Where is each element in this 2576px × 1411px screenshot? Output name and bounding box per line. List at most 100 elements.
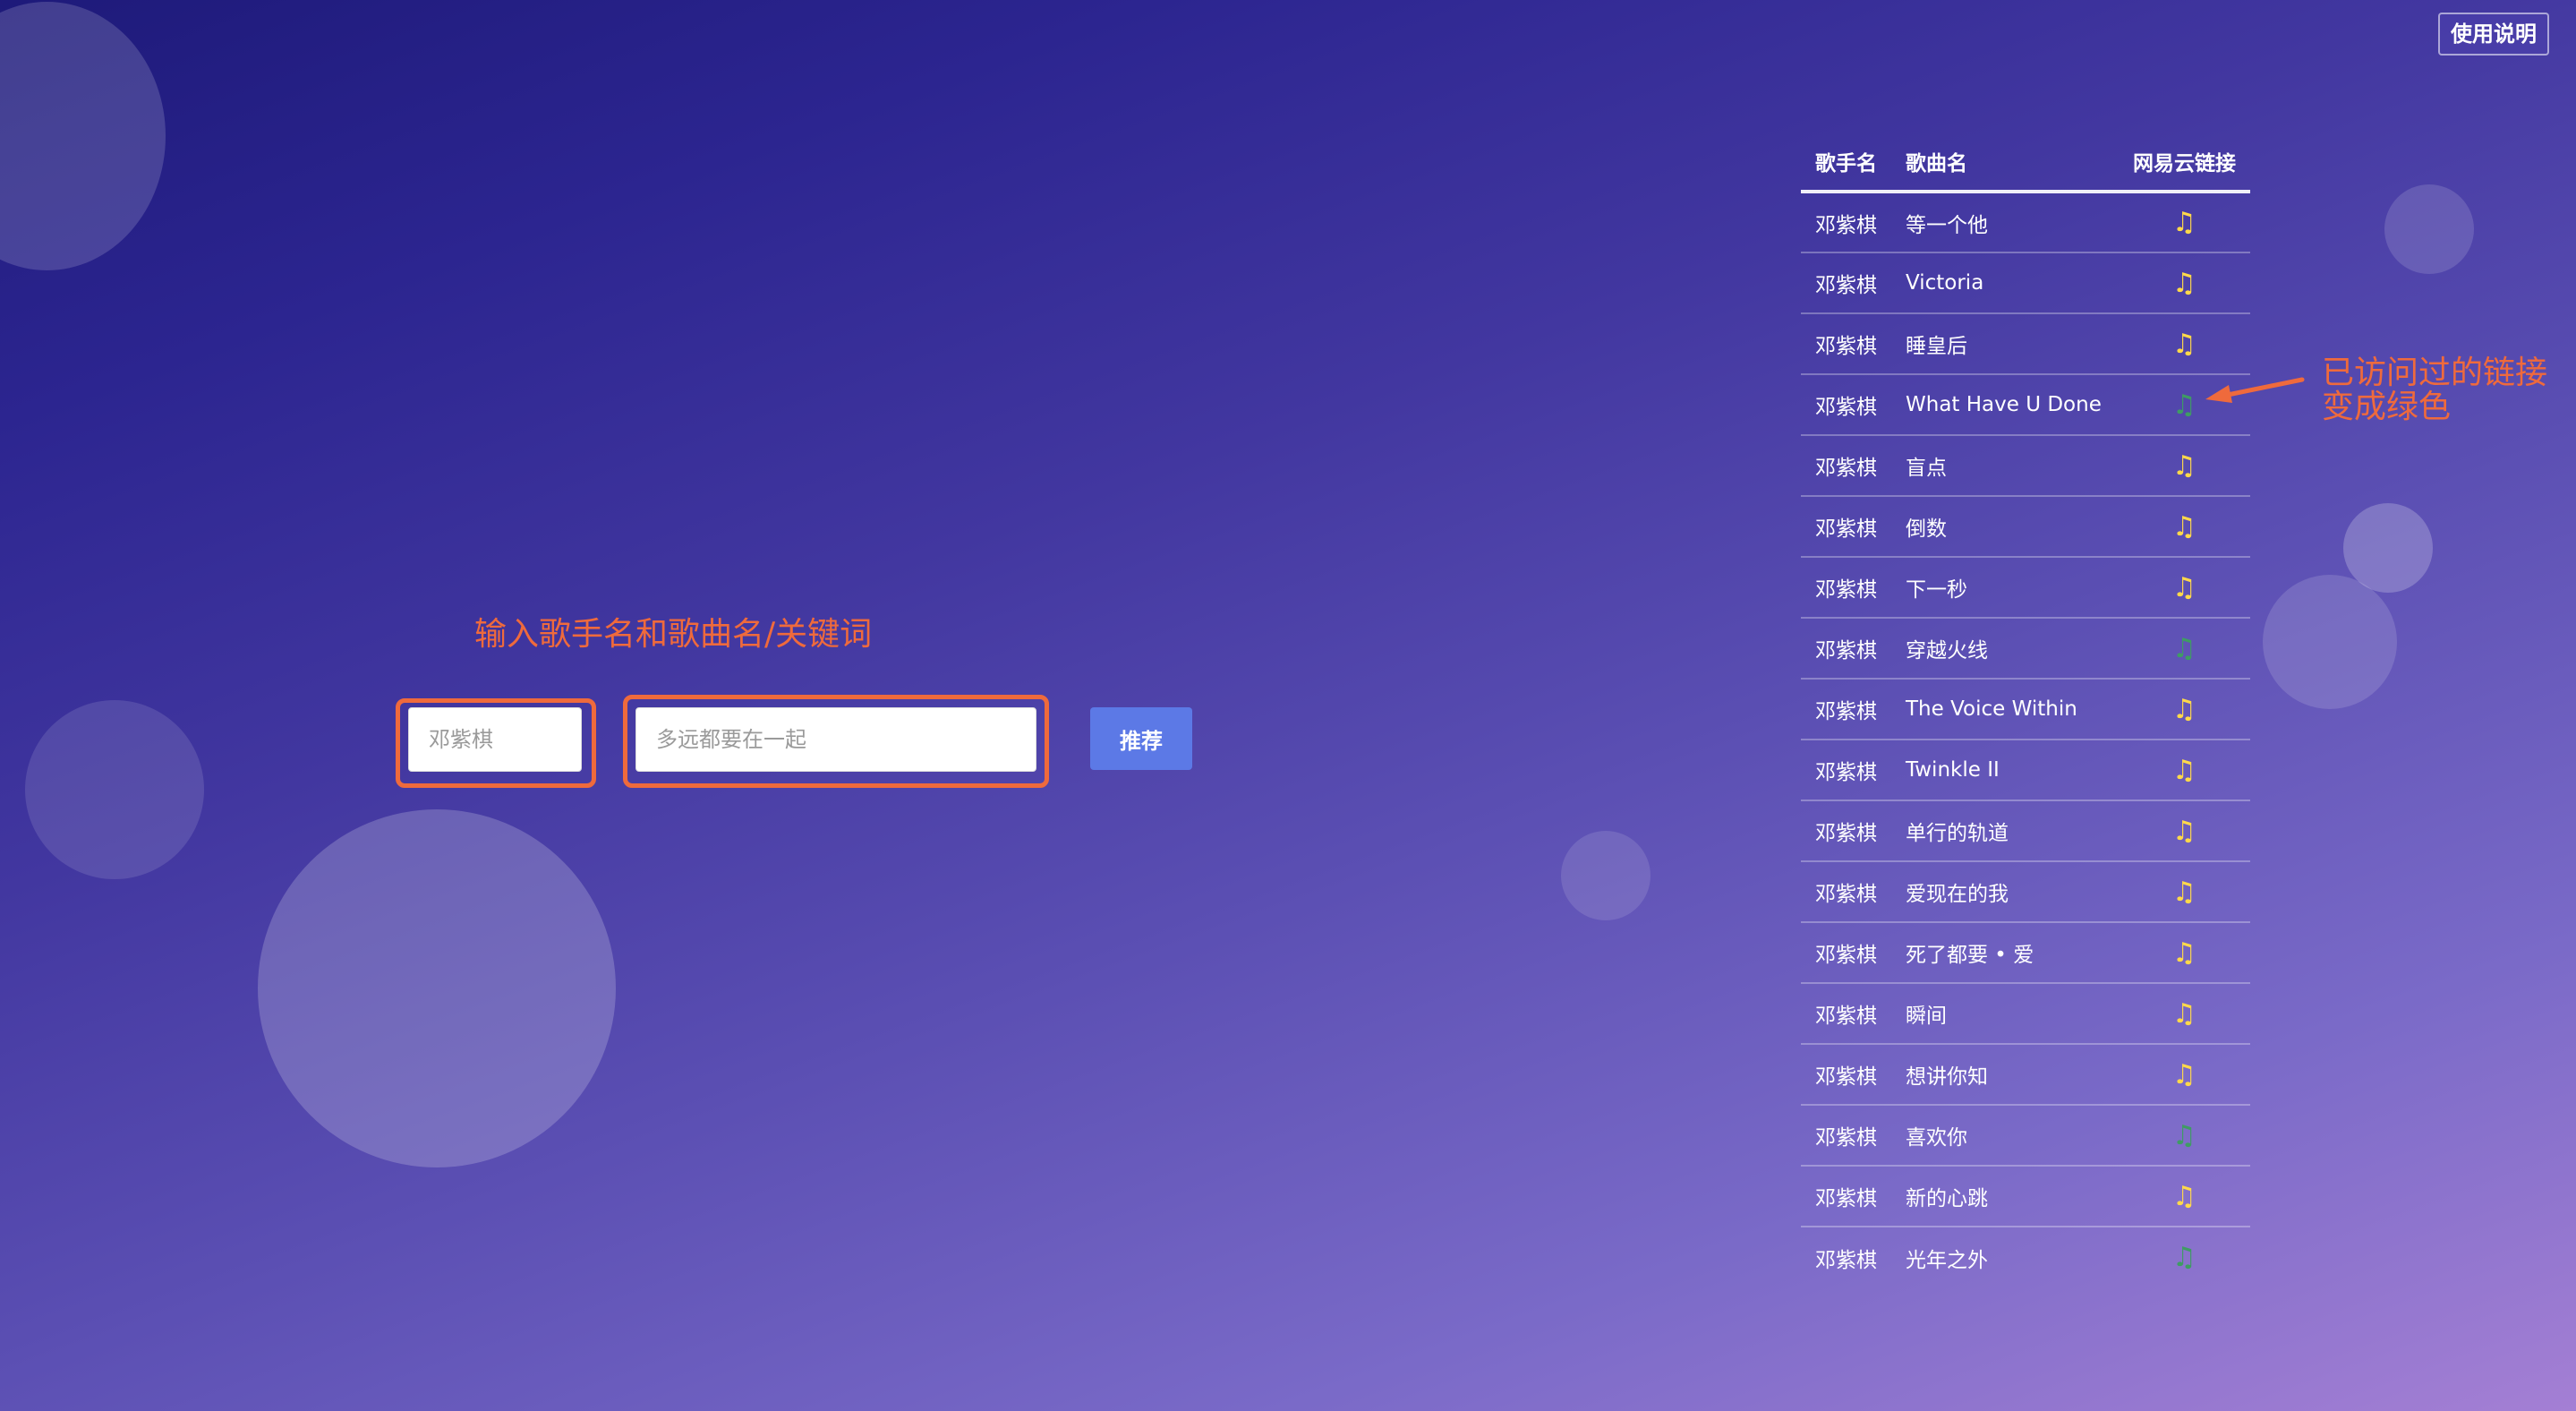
table-row: 邓紫棋 单行的轨道 ♫ [1801,800,2250,862]
singer-cell: 邓紫棋 [1815,1248,1877,1272]
music-note-icon[interactable]: ♫ [2167,755,2203,786]
singer-cell: 邓紫棋 [1801,922,1891,984]
link-cell: ♫ [2119,679,2250,740]
singer-cell: 邓紫棋 [1801,1044,1891,1106]
table-row: 邓紫棋 穿越火线 ♫ [1801,618,2250,680]
song-cell: 睡皇后 [1891,313,2119,375]
decorative-bubble [0,2,166,270]
singer-cell: 邓紫棋 [1801,252,1891,314]
link-cell: ♫ [2119,800,2250,862]
song-cell: 倒数 [1891,496,2119,558]
table-row: 邓紫棋 喜欢你 ♫ [1801,1105,2250,1167]
music-note-icon[interactable]: ♫ [2167,1059,2203,1090]
music-note-icon[interactable]: ♫ [2167,877,2203,908]
music-note-icon[interactable]: ♫ [2167,633,2203,664]
music-note-icon[interactable]: ♫ [2167,937,2203,969]
decorative-bubble [2384,184,2474,274]
music-note-icon[interactable]: ♫ [2167,1181,2203,1212]
link-cell: ♫ [2119,740,2250,801]
link-cell: ♫ [2119,496,2250,558]
link-cell: ♫ [2119,435,2250,497]
singer-cell: 邓紫棋 [1801,374,1891,436]
song-cell: 光年之外 [1906,1248,1988,1272]
singer-cell: 邓紫棋 [1801,740,1891,801]
music-note-icon[interactable]: ♫ [2167,268,2203,299]
link-cell: ♫ [2119,313,2250,375]
link-cell: ♫ [2119,983,2250,1045]
music-note-icon[interactable]: ♫ [2167,816,2203,847]
singer-cell: 邓紫棋 [1801,435,1891,497]
link-cell: ♫ [2119,1105,2250,1167]
song-cell: 盲点 [1891,435,2119,497]
table-row: 邓紫棋 The Voice Within ♫ [1801,679,2250,740]
music-note-icon[interactable]: ♫ [2167,1242,2203,1273]
song-cell: 想讲你知 [1891,1044,2119,1106]
recommendation-table: 歌手名 歌曲名 网易云链接 邓紫棋 等一个他 ♫ 邓紫棋 Victoria ♫ 邓紫棋 睡皇后… [1801,133,2250,1287]
header-singer: 歌手名 [1801,133,1891,193]
link-cell: ♫ [2119,1166,2250,1227]
link-cell: ♫ [2119,557,2250,619]
table-row: 邓紫棋 等一个他 ♫ [1801,192,2250,253]
song-cell: 下一秒 [1891,557,2119,619]
link-cell: ♫ [2119,861,2250,923]
singer-cell: 邓紫棋 [1801,800,1891,862]
decorative-bubble [1561,831,1651,920]
song-cell: What Have U Done [1891,374,2119,436]
link-cell: ♫ [2119,1044,2250,1106]
song-cell: 单行的轨道 [1891,800,2119,862]
table-row: 邓紫棋 死了都要 • 爱 ♫ [1801,922,2250,984]
music-note-icon[interactable]: ♫ [2167,694,2203,725]
music-note-icon[interactable]: ♫ [2167,1120,2203,1151]
help-button[interactable]: 使用说明 [2438,13,2549,56]
link-cell: ♫ [2119,1227,2250,1287]
music-note-icon[interactable]: ♫ [2167,572,2203,603]
song-cell: 新的心跳 [1891,1166,2119,1227]
table-body: 邓紫棋 等一个他 ♫ 邓紫棋 Victoria ♫ 邓紫棋 睡皇后 ♫ 邓紫棋 What Have … [1801,192,2250,1287]
music-note-icon[interactable]: ♫ [2167,450,2203,482]
table-row: 邓紫棋 光年之外 ♫ [1801,1227,2250,1287]
table-row: 邓紫棋 新的心跳 ♫ [1801,1166,2250,1227]
singer-cell: 邓紫棋 [1801,861,1891,923]
recommend-button[interactable]: 推荐 [1090,707,1192,770]
song-cell: The Voice Within [1891,679,2119,740]
decorative-bubble [258,809,616,1167]
song-cell: Twinkle II [1891,740,2119,801]
table-row: 邓紫棋 瞬间 ♫ [1801,983,2250,1045]
music-note-icon[interactable]: ♫ [2167,207,2203,238]
song-cell: 死了都要 • 爱 [1891,922,2119,984]
header-song: 歌曲名 [1891,133,2119,193]
table-row: 邓紫棋 What Have U Done ♫ [1801,374,2250,436]
music-note-icon[interactable]: ♫ [2167,389,2203,421]
singer-input[interactable] [408,707,582,772]
singer-cell: 邓紫棋 [1801,1105,1891,1167]
decorative-bubble [2343,503,2433,593]
song-keyword-input[interactable] [635,707,1036,772]
song-cell: 爱现在的我 [1891,861,2119,923]
song-cell: Victoria [1891,252,2119,314]
decorative-bubble [2263,575,2397,709]
header-link: 网易云链接 [2119,133,2250,193]
link-cell: ♫ [2119,192,2250,253]
singer-cell: 邓紫棋 [1801,313,1891,375]
table-row: 邓紫棋 想讲你知 ♫ [1801,1044,2250,1106]
table-row: 邓紫棋 爱现在的我 ♫ [1801,861,2250,923]
link-cell: ♫ [2119,252,2250,314]
singer-cell: 邓紫棋 [1801,557,1891,619]
table-row: 邓紫棋 下一秒 ♫ [1801,557,2250,619]
singer-cell: 邓紫棋 [1801,496,1891,558]
song-cell: 穿越火线 [1891,618,2119,680]
visited-link-annotation: 已访问过的链接 变成绿色 [2322,356,2547,424]
music-note-icon[interactable]: ♫ [2167,998,2203,1030]
music-note-icon[interactable]: ♫ [2167,511,2203,543]
table-row: 邓紫棋 盲点 ♫ [1801,435,2250,497]
link-cell: ♫ [2119,374,2250,436]
singer-cell: 邓紫棋 [1801,192,1891,253]
song-cell: 瞬间 [1891,983,2119,1045]
singer-cell: 邓紫棋 [1801,983,1891,1045]
link-cell: ♫ [2119,618,2250,680]
input-hint-annotation: 输入歌手名和歌曲名/关键词 [474,616,873,653]
singer-cell: 邓紫棋 [1801,679,1891,740]
table-row: 邓紫棋 倒数 ♫ [1801,496,2250,558]
decorative-bubble [25,700,204,879]
music-note-icon[interactable]: ♫ [2167,329,2203,360]
